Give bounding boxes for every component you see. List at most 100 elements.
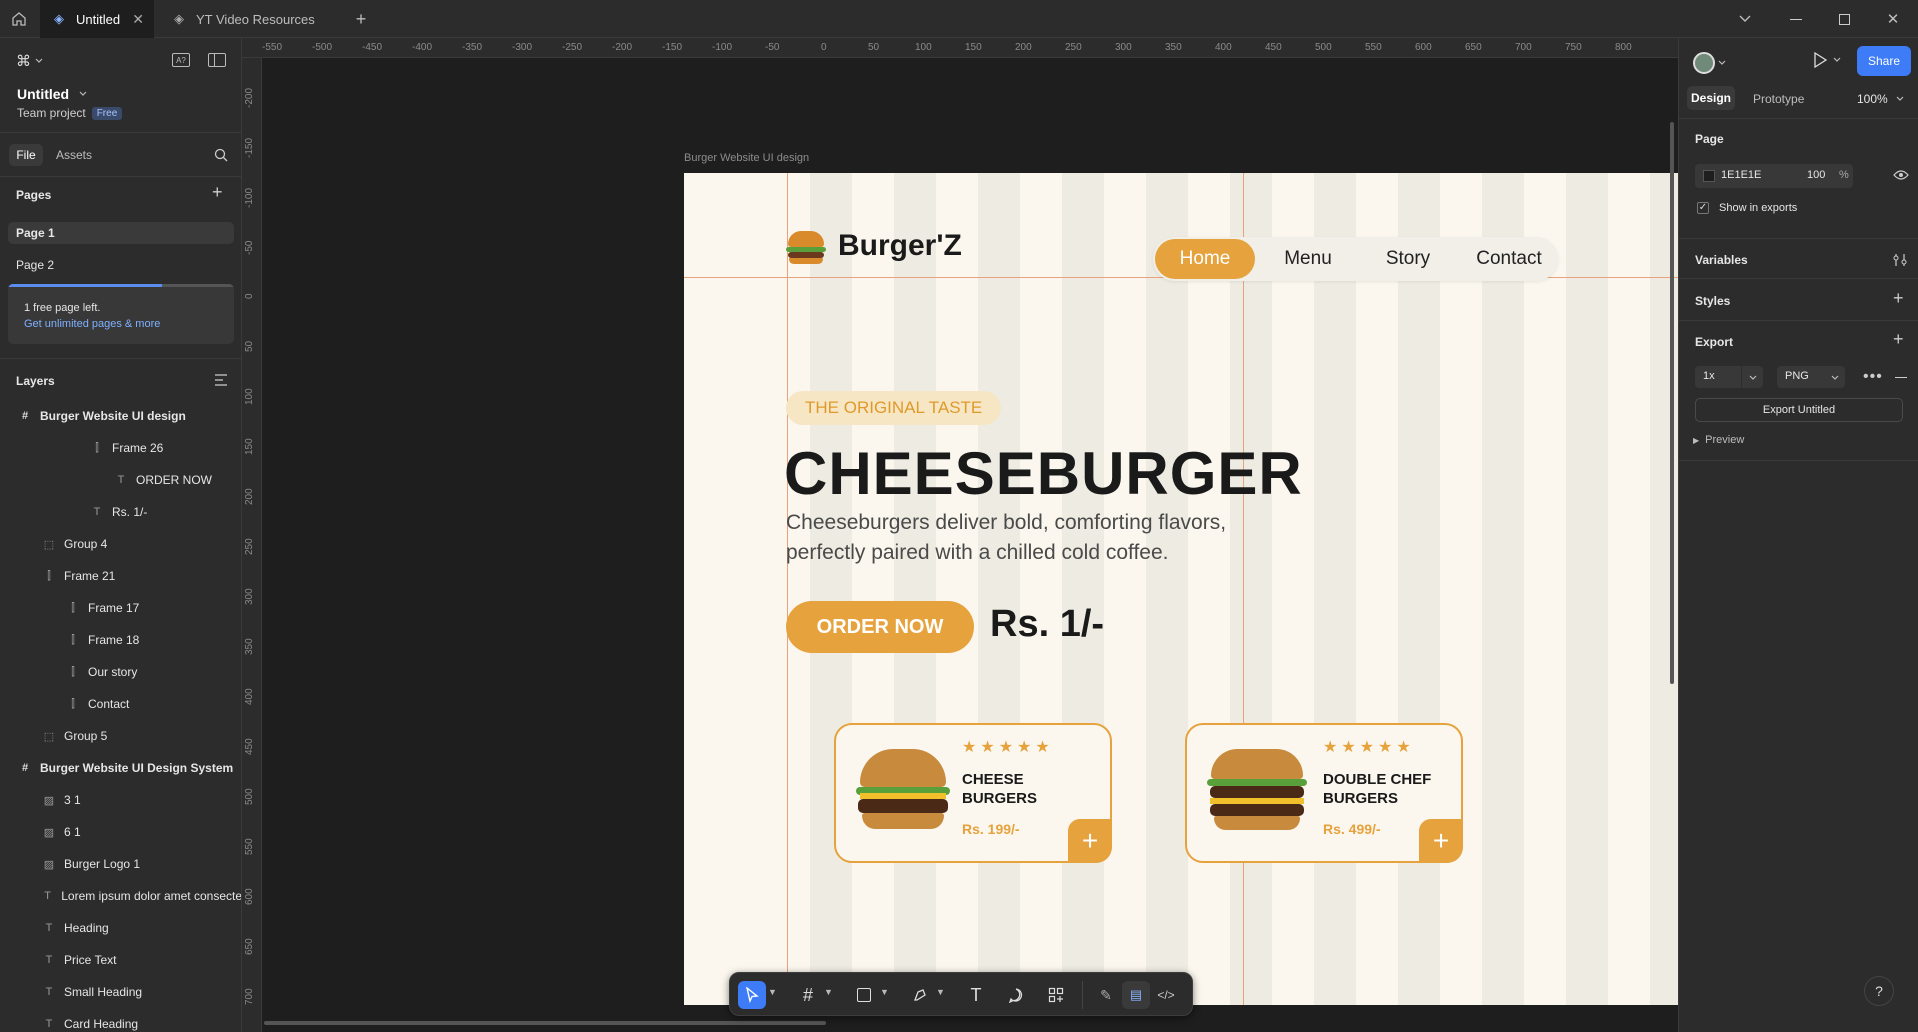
color-swatch[interactable] bbox=[1703, 170, 1715, 182]
close-window-button[interactable]: ✕ bbox=[1868, 0, 1918, 38]
tab-yt-video-resources[interactable]: ◈ YT Video Resources bbox=[160, 0, 340, 38]
chevron-down-icon[interactable]: ▼ bbox=[936, 987, 945, 997]
project-name[interactable]: Team project bbox=[17, 106, 86, 120]
home-button[interactable] bbox=[0, 0, 38, 38]
plus-icon: + bbox=[1893, 288, 1904, 308]
layer-row[interactable]: # Burger Website UI Design System bbox=[0, 752, 241, 784]
eye-icon[interactable] bbox=[1893, 169, 1909, 181]
chevron-down-icon[interactable]: ▼ bbox=[880, 987, 889, 997]
page-item-2[interactable]: Page 2 bbox=[8, 254, 234, 276]
tab-untitled[interactable]: ◈ Untitled ✕ bbox=[40, 0, 154, 38]
export-button[interactable]: Export Untitled bbox=[1695, 398, 1903, 422]
product-card-cheese-burgers[interactable]: ★★★★★ CHEESE BURGERS Rs. 199/- + bbox=[834, 723, 1112, 863]
layer-row[interactable]: T Heading bbox=[0, 912, 241, 944]
user-menu[interactable] bbox=[1693, 52, 1726, 74]
layer-row[interactable]: ⬚ Group 5 bbox=[0, 720, 241, 752]
layer-row[interactable]: ▨ 3 1 bbox=[0, 784, 241, 816]
layer-row[interactable]: ⫿ Frame 26 bbox=[0, 432, 241, 464]
draw-mode-button[interactable]: ✎ bbox=[1092, 981, 1120, 1009]
order-now-button[interactable]: ORDER NOW bbox=[786, 601, 974, 653]
present-button[interactable] bbox=[1813, 52, 1841, 68]
layer-row[interactable]: T Lorem ipsum dolor amet consecte bbox=[0, 880, 241, 912]
nav-contact[interactable]: Contact bbox=[1454, 239, 1564, 279]
main-menu-button[interactable]: ⌘ bbox=[16, 52, 43, 70]
shape-tool[interactable] bbox=[850, 981, 878, 1009]
page-opacity[interactable]: 100 bbox=[1807, 169, 1825, 181]
collapse-layers-icon[interactable] bbox=[214, 374, 228, 386]
nav-home[interactable]: Home bbox=[1155, 239, 1255, 279]
export-format: PNG bbox=[1785, 370, 1809, 382]
layer-row[interactable]: T Card Heading bbox=[0, 1008, 241, 1032]
layer-row[interactable]: ⫿ Contact bbox=[0, 688, 241, 720]
tab-assets[interactable]: Assets bbox=[56, 148, 92, 162]
add-page-button[interactable]: + bbox=[212, 182, 223, 203]
export-scale-dropdown[interactable]: 1x bbox=[1695, 366, 1763, 388]
file-name-button[interactable]: Untitled bbox=[17, 86, 87, 102]
add-style-button[interactable]: + bbox=[1893, 288, 1904, 309]
vertical-scrollbar[interactable] bbox=[1670, 122, 1674, 684]
help-button[interactable]: ? bbox=[1864, 976, 1894, 1006]
ai-icon[interactable]: A? bbox=[172, 53, 190, 67]
burger-logo-image bbox=[786, 229, 826, 265]
layer-row[interactable]: ▨ Burger Logo 1 bbox=[0, 848, 241, 880]
layer-row[interactable]: ⫿ Our story bbox=[0, 656, 241, 688]
ruler-tick-label: -300 bbox=[512, 42, 533, 53]
horizontal-scrollbar[interactable] bbox=[264, 1021, 826, 1025]
minimize-button[interactable] bbox=[1772, 0, 1820, 38]
tab-prototype[interactable]: Prototype bbox=[1753, 92, 1804, 106]
pen-tool[interactable] bbox=[906, 981, 934, 1009]
add-to-cart-button[interactable]: + bbox=[1419, 819, 1463, 863]
layer-row[interactable]: ⫿ Frame 17 bbox=[0, 592, 241, 624]
layer-row[interactable]: T Rs. 1/- bbox=[0, 496, 241, 528]
chevron-down-icon[interactable]: ▼ bbox=[824, 987, 833, 997]
preview-toggle[interactable]: ▶ Preview bbox=[1693, 434, 1744, 446]
chevron-down-icon[interactable]: ▼ bbox=[768, 987, 777, 997]
page-color-field[interactable]: 1E1E1E 100 % bbox=[1695, 164, 1853, 188]
layer-label: Card Heading bbox=[64, 1017, 139, 1031]
add-export-button[interactable]: + bbox=[1893, 329, 1904, 350]
design-mode-button[interactable]: ▤ bbox=[1122, 981, 1150, 1009]
nav-story[interactable]: Story bbox=[1358, 239, 1458, 279]
layer-row[interactable]: T Small Heading bbox=[0, 976, 241, 1008]
frame-tool[interactable]: # bbox=[794, 981, 822, 1009]
layer-row[interactable]: ⫿ Frame 21 bbox=[0, 560, 241, 592]
burger-website-frame[interactable]: Burger'Z Home Menu Story Contact THE ORI… bbox=[684, 173, 1678, 1005]
tabs-overflow-button[interactable] bbox=[1720, 0, 1770, 38]
dev-mode-button[interactable]: </> bbox=[1152, 981, 1180, 1009]
frame-label[interactable]: Burger Website UI design bbox=[684, 152, 809, 164]
close-tab-icon[interactable]: ✕ bbox=[132, 11, 144, 28]
zoom-dropdown[interactable]: 100% bbox=[1857, 92, 1904, 106]
remove-export-icon[interactable] bbox=[1895, 377, 1907, 379]
restore-button[interactable] bbox=[1820, 0, 1868, 38]
nav-menu[interactable]: Menu bbox=[1258, 239, 1358, 279]
percent-sign: % bbox=[1839, 169, 1849, 181]
tagline-pill: THE ORIGINAL TASTE bbox=[786, 391, 1002, 425]
search-icon[interactable] bbox=[214, 148, 228, 162]
layer-row[interactable]: # Burger Website UI design bbox=[0, 400, 241, 432]
add-to-cart-button[interactable]: + bbox=[1068, 819, 1112, 863]
layer-row[interactable]: ⬚ Group 4 bbox=[0, 528, 241, 560]
comment-tool[interactable] bbox=[1002, 981, 1030, 1009]
show-in-exports-checkbox[interactable]: ✓ bbox=[1697, 202, 1709, 214]
text-tool[interactable]: T bbox=[962, 981, 990, 1009]
tab-file[interactable]: File bbox=[9, 144, 43, 166]
layer-row[interactable]: T Price Text bbox=[0, 944, 241, 976]
ruler-tick-label: 500 bbox=[244, 788, 255, 805]
new-tab-button[interactable]: + bbox=[346, 0, 376, 38]
layer-row[interactable]: ▨ 6 1 bbox=[0, 816, 241, 848]
move-tool[interactable] bbox=[738, 981, 766, 1009]
upgrade-link[interactable]: Get unlimited pages & more bbox=[24, 318, 160, 330]
more-options-icon[interactable]: ••• bbox=[1863, 368, 1883, 386]
product-card-double-chef-burgers[interactable]: ★★★★★ DOUBLE CHEF BURGERS Rs. 499/- + bbox=[1185, 723, 1463, 863]
layer-row[interactable]: T ORDER NOW bbox=[0, 464, 241, 496]
page-item-1[interactable]: Page 1 bbox=[8, 222, 234, 244]
actions-tool[interactable] bbox=[1042, 981, 1070, 1009]
horizontal-ruler: -550 -500 -450 -400 -350 -300 -250 -200 -150 -100… bbox=[242, 38, 1678, 58]
toggle-sidebar-icon[interactable] bbox=[208, 53, 226, 67]
variables-icon[interactable] bbox=[1893, 253, 1907, 267]
share-button[interactable]: Share bbox=[1857, 46, 1911, 76]
tab-design[interactable]: Design bbox=[1687, 86, 1735, 110]
layer-row[interactable]: ⫿ Frame 18 bbox=[0, 624, 241, 656]
export-format-dropdown[interactable]: PNG bbox=[1777, 366, 1845, 388]
page-color-hex[interactable]: 1E1E1E bbox=[1721, 169, 1761, 181]
